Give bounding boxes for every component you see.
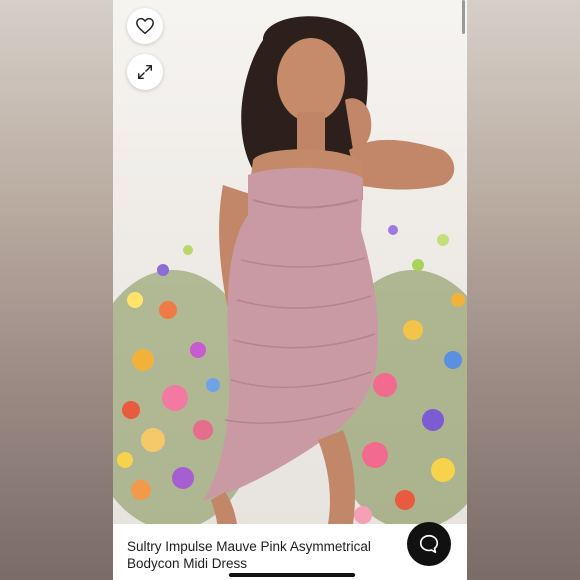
chat-bubble-icon xyxy=(419,534,439,554)
listing-screen: Sultry Impulse Mauve Pink Asymmetrical B… xyxy=(113,0,467,580)
product-photo-illustration xyxy=(113,16,467,524)
listing-title: Sultry Impulse Mauve Pink Asymmetrical B… xyxy=(127,539,371,571)
photo-scrollbar[interactable] xyxy=(462,0,465,34)
blurred-backdrop-left xyxy=(0,0,113,580)
expand-button[interactable] xyxy=(127,54,163,90)
home-indicator[interactable] xyxy=(229,573,355,577)
chat-button[interactable] xyxy=(407,522,451,566)
expand-icon xyxy=(137,64,153,80)
product-photo[interactable] xyxy=(113,0,467,524)
blurred-backdrop-right xyxy=(467,0,580,580)
favorite-button[interactable] xyxy=(127,8,163,44)
heart-icon xyxy=(136,17,154,35)
